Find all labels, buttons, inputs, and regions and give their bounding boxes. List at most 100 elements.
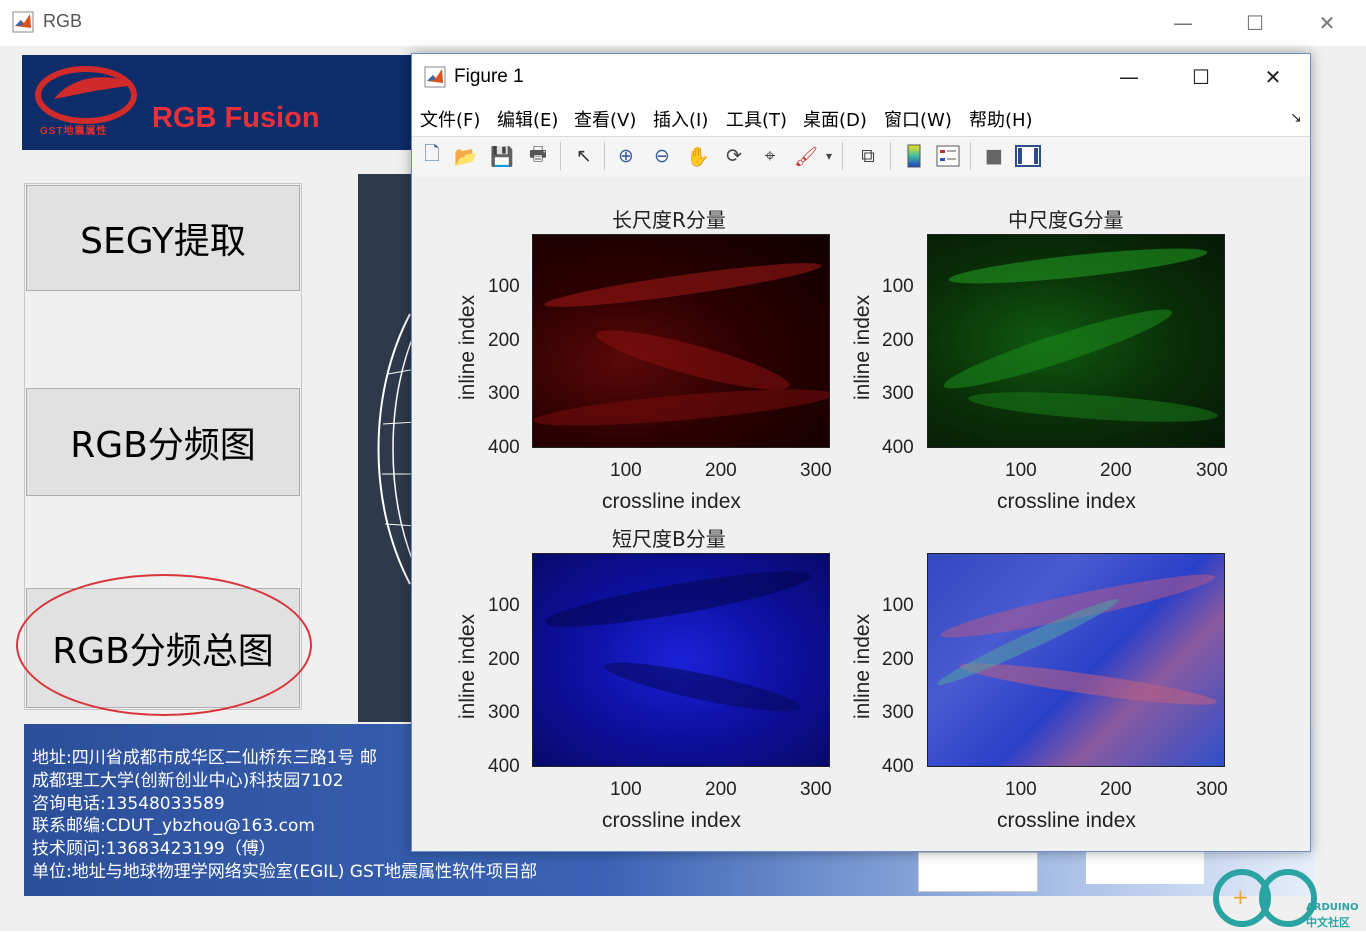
ytick: 300 xyxy=(488,702,520,723)
ytick: 400 xyxy=(488,756,520,777)
info-unit: 单位:地址与地球物理学网络实验室(EGIL) GST地震属性软件项目部 xyxy=(32,862,538,882)
globe-icon xyxy=(377,313,417,585)
data-cursor-icon[interactable]: ⌖ xyxy=(756,142,784,170)
close-icon[interactable]: ✕ xyxy=(1304,0,1350,46)
arduino-logo: + ARDUINO 中文社区 xyxy=(1210,866,1362,930)
colorbar-icon[interactable] xyxy=(900,142,928,170)
maximize-icon[interactable]: ☐ xyxy=(1232,0,1278,46)
menu-desktop[interactable]: 桌面(D) xyxy=(803,106,867,132)
link-plot-icon[interactable]: ⧉ xyxy=(854,142,882,170)
ylabel-b: inline index xyxy=(456,613,479,719)
watermark-text: ARDUINO xyxy=(1306,902,1359,913)
figure-maximize-icon[interactable]: ☐ xyxy=(1178,54,1224,100)
menu-tools[interactable]: 工具(T) xyxy=(726,106,787,132)
ytick: 100 xyxy=(488,276,520,297)
xlabel-g: crossline index xyxy=(997,490,1136,513)
ytick: 300 xyxy=(488,383,520,404)
matlab-icon xyxy=(12,11,34,33)
ylabel-rgb: inline index xyxy=(851,613,874,719)
image-plot-rgb xyxy=(927,553,1225,767)
xlabel-b: crossline index xyxy=(602,809,741,832)
axes-title-b: 短尺度B分量 xyxy=(612,527,726,551)
ytick: 100 xyxy=(488,595,520,616)
brush-dropdown-icon[interactable]: ▾ xyxy=(822,142,836,170)
thumbnail-image xyxy=(1086,848,1204,884)
thumbnail-image xyxy=(918,852,1038,892)
xtick: 300 xyxy=(1196,460,1228,481)
info-consultant: 技术顾问:13683423199（傅） xyxy=(32,839,276,859)
xtick: 200 xyxy=(1100,460,1132,481)
print-icon[interactable]: 🖶 xyxy=(524,142,552,170)
matlab-icon xyxy=(424,66,446,88)
watermark-text-cn: 中文社区 xyxy=(1306,916,1350,929)
ylabel-g: inline index xyxy=(851,294,874,400)
pan-icon[interactable]: ✋ xyxy=(684,142,712,170)
ytick: 200 xyxy=(488,649,520,670)
legend-icon[interactable] xyxy=(934,142,962,170)
figure-close-icon[interactable]: ✕ xyxy=(1250,54,1296,100)
ytick: 200 xyxy=(882,649,914,670)
ytick: 400 xyxy=(882,437,914,458)
ytick: 300 xyxy=(882,383,914,404)
rotate-3d-icon[interactable]: ⟳ xyxy=(720,142,748,170)
info-address: 地址:四川省成都市成华区二仙桥东三路1号 邮 xyxy=(32,748,377,768)
save-icon[interactable]: 💾 xyxy=(488,142,516,170)
logo-text: GST地震属性 xyxy=(40,126,108,137)
image-plot-g xyxy=(927,234,1225,448)
menu-file[interactable]: 文件(F) xyxy=(420,106,480,132)
rgb-freq-button[interactable]: RGB分频图 xyxy=(26,388,300,496)
svg-text:+: + xyxy=(1232,885,1249,909)
ytick: 200 xyxy=(488,330,520,351)
globe-display-panel xyxy=(358,174,418,722)
ytick: 300 xyxy=(882,702,914,723)
ytick: 100 xyxy=(882,276,914,297)
info-email: 联系邮编:CDUT_ybzhou@163.com xyxy=(32,816,315,836)
app-titlebar: RGB — ☐ ✕ xyxy=(0,0,1366,47)
ylabel-r: inline index xyxy=(456,294,479,400)
figure-window: Figure 1 — ☐ ✕ 文件(F) 编辑(E) 查看(V) 插入(I) 工… xyxy=(411,53,1311,852)
segy-extract-button[interactable]: SEGY提取 xyxy=(26,185,300,291)
menu-view[interactable]: 查看(V) xyxy=(574,106,636,132)
zoom-in-icon[interactable]: ⊕ xyxy=(612,142,640,170)
menu-window[interactable]: 窗口(W) xyxy=(884,106,952,132)
brush-icon[interactable]: 🖌 xyxy=(792,142,820,170)
image-plot-r xyxy=(532,234,830,448)
new-figure-icon[interactable]: 🗋 xyxy=(418,142,446,170)
figure-title: Figure 1 xyxy=(454,66,524,87)
toolbar-separator xyxy=(970,142,971,170)
menu-help[interactable]: 帮助(H) xyxy=(969,106,1033,132)
app-title: RGB xyxy=(43,11,83,31)
toolbar-separator xyxy=(560,142,561,170)
ytick: 400 xyxy=(882,756,914,777)
minimize-icon[interactable]: — xyxy=(1160,0,1206,46)
xtick: 100 xyxy=(1005,779,1037,800)
pointer-icon[interactable]: ↖ xyxy=(570,142,598,170)
image-plot-b xyxy=(532,553,830,767)
zoom-out-icon[interactable]: ⊖ xyxy=(648,142,676,170)
toolbar-separator xyxy=(842,142,843,170)
ytick: 200 xyxy=(882,330,914,351)
xlabel-r: crossline index xyxy=(602,490,741,513)
dock-arrow-icon[interactable]: ↘ xyxy=(1290,110,1302,126)
xtick: 300 xyxy=(800,779,832,800)
xtick: 300 xyxy=(1196,779,1228,800)
figure-titlebar: Figure 1 — ☐ ✕ xyxy=(412,54,1310,100)
xtick: 100 xyxy=(610,779,642,800)
toolbar-separator xyxy=(890,142,891,170)
open-file-icon[interactable]: 📂 xyxy=(452,142,480,170)
ytick: 400 xyxy=(488,437,520,458)
hide-plot-tools-icon[interactable]: ■ xyxy=(980,142,1008,170)
ytick: 100 xyxy=(882,595,914,616)
info-location: 成都理工大学(创新创业中心)科技园7102 xyxy=(32,771,344,791)
show-plot-tools-icon[interactable] xyxy=(1014,142,1042,170)
axes-title-g: 中尺度G分量 xyxy=(1008,208,1124,232)
xtick: 100 xyxy=(610,460,642,481)
xtick: 200 xyxy=(1100,779,1132,800)
banner-title: RGB Fusion xyxy=(152,102,320,134)
axes-title-r: 长尺度R分量 xyxy=(612,208,726,232)
xtick: 300 xyxy=(800,460,832,481)
menu-edit[interactable]: 编辑(E) xyxy=(497,106,558,132)
menu-insert[interactable]: 插入(I) xyxy=(653,106,708,132)
figure-minimize-icon[interactable]: — xyxy=(1106,54,1152,100)
highlight-circle xyxy=(16,574,312,716)
